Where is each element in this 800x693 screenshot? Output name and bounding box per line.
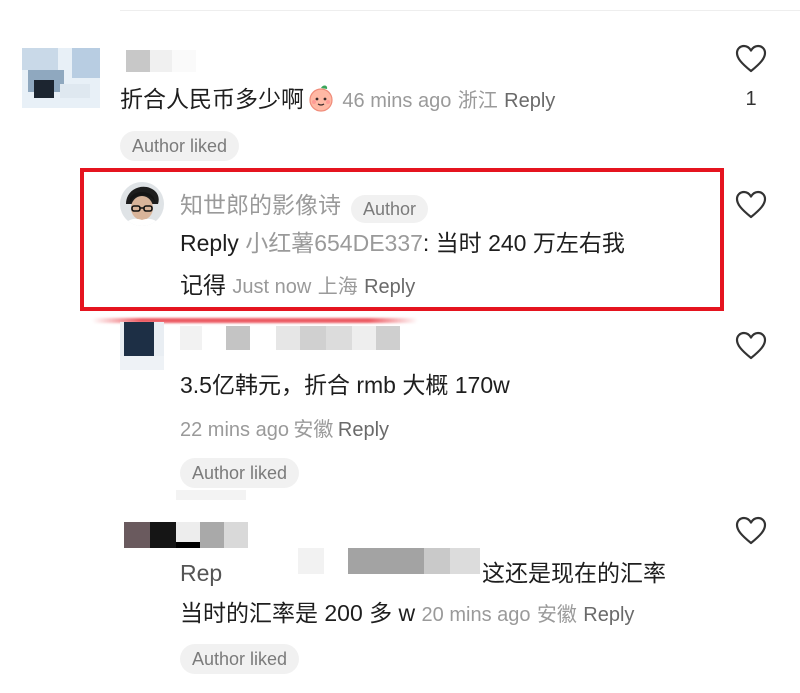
reply-button[interactable]: Reply bbox=[504, 90, 555, 112]
like-count: 1 bbox=[745, 88, 757, 110]
author-avatar-image bbox=[120, 182, 164, 226]
comment-text: 3.5亿韩元，折合 rmb 大概 170w bbox=[180, 372, 510, 398]
comment-time: 20 mins ago bbox=[421, 604, 531, 626]
comment-text: 折合人民币多少啊 46 mins ago 浙江 Reply bbox=[120, 82, 555, 122]
top-divider bbox=[120, 10, 800, 11]
pixel-artifact bbox=[176, 490, 246, 500]
author-avatar[interactable] bbox=[120, 182, 164, 226]
comment-location: 上海 bbox=[317, 276, 358, 298]
heart-outline-icon bbox=[735, 190, 767, 219]
comment-meta: 22 mins ago 安徽 Reply bbox=[180, 413, 389, 442]
comment-location: 安徽 bbox=[536, 604, 577, 626]
reply-text-tail: 这还是现在的汇率 bbox=[482, 560, 666, 586]
username-pixelated[interactable] bbox=[124, 522, 248, 548]
comment-time: 22 mins ago bbox=[180, 419, 289, 441]
like-button[interactable] bbox=[733, 190, 769, 220]
avatar-pixelated[interactable] bbox=[22, 48, 100, 108]
author-liked-badge: Author liked bbox=[120, 131, 240, 161]
author-liked-badge: Author liked bbox=[180, 644, 300, 674]
comment-time: Just now bbox=[232, 276, 312, 298]
reply-text-line2: 记得 Just now 上海 Reply bbox=[180, 272, 416, 298]
username-pixelated[interactable] bbox=[180, 326, 400, 350]
comment-location: 安徽 bbox=[293, 419, 334, 441]
reply-text-line1: Rep bbox=[180, 560, 223, 586]
reply-text-line1: Reply 小红薯654DE337: 当时 240 万左右我 bbox=[180, 230, 625, 256]
author-tag: Author bbox=[351, 194, 429, 223]
like-button[interactable]: 1 bbox=[733, 44, 769, 111]
author-name[interactable]: 知世郎的影像诗 bbox=[180, 192, 341, 218]
reply-button[interactable]: Reply bbox=[583, 604, 634, 626]
like-button[interactable] bbox=[733, 516, 769, 546]
mention-username[interactable]: 小红薯654DE337 bbox=[245, 230, 423, 256]
author-liked-badge: Author liked bbox=[180, 458, 300, 488]
avatar-pixelated[interactable] bbox=[120, 322, 164, 370]
peach-face-emoji-icon bbox=[306, 83, 336, 122]
author-header: 知世郎的影像诗 Author bbox=[180, 186, 429, 223]
reply-text-line2: 当时的汇率是 200 多 w 20 mins ago 安徽 Reply bbox=[180, 600, 635, 626]
username-pixelated[interactable] bbox=[126, 50, 196, 72]
comment-location: 浙江 bbox=[457, 90, 498, 112]
heart-outline-icon bbox=[735, 331, 767, 360]
reply-button[interactable]: Reply bbox=[364, 276, 415, 298]
comment-time: 46 mins ago bbox=[342, 90, 452, 112]
heart-outline-icon bbox=[735, 516, 767, 545]
mention-pixelated[interactable] bbox=[298, 548, 482, 576]
reply-button[interactable]: Reply bbox=[338, 419, 389, 441]
like-button[interactable] bbox=[733, 331, 769, 361]
heart-outline-icon bbox=[735, 44, 767, 73]
